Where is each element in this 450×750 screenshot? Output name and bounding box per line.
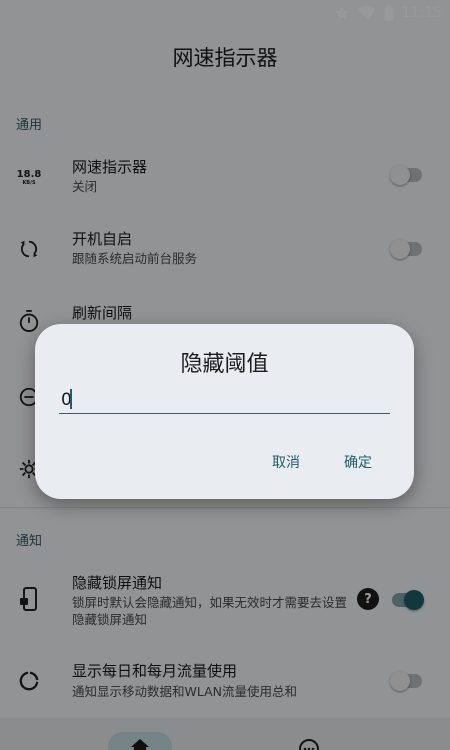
threshold-input[interactable] <box>59 386 390 414</box>
dialog-title: 隐藏阈值 <box>180 352 269 377</box>
text-caret <box>70 389 72 409</box>
hide-threshold-dialog: 隐藏阈值 取消 确定 <box>35 324 414 499</box>
cancel-button[interactable]: 取消 <box>272 452 300 472</box>
confirm-button[interactable]: 确定 <box>344 452 372 472</box>
